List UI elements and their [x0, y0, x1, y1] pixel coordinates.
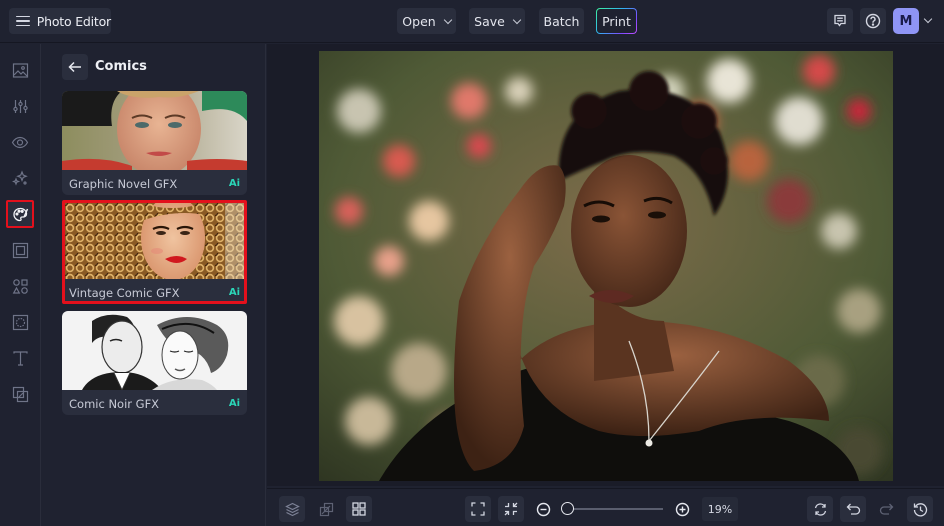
arrow-left-icon	[68, 61, 81, 73]
effect-card-vintage-comic[interactable]: Vintage Comic GFX Ai	[62, 200, 247, 304]
rail-item-graphics[interactable]	[6, 272, 34, 300]
fit-to-screen-button[interactable]	[465, 496, 491, 522]
grid-icon	[352, 502, 366, 516]
frame-icon	[12, 242, 28, 258]
rail-item-effects[interactable]	[6, 164, 34, 192]
rail-item-text[interactable]	[6, 344, 34, 372]
open-label: Open	[402, 13, 436, 29]
comic-noir-thumbnail	[62, 311, 247, 390]
hamburger-menu-icon	[16, 15, 30, 27]
compare-icon	[319, 502, 333, 516]
ai-badge: Ai	[228, 287, 240, 298]
back-button[interactable]	[62, 54, 88, 80]
zoom-out-button[interactable]	[530, 496, 556, 522]
effects-panel: Comics Graphic Novel GFX Ai Vintage Comi…	[42, 44, 266, 526]
rail-item-frames[interactable]	[6, 236, 34, 264]
zoom-in-button[interactable]	[669, 496, 695, 522]
undo-button[interactable]	[840, 496, 866, 522]
top-toolbar: Photo Editor Open Save Batch Print M	[0, 0, 944, 43]
help-button[interactable]	[860, 8, 886, 34]
batch-label: Batch	[543, 13, 580, 29]
text-icon	[12, 350, 28, 366]
graphic-novel-thumbnail	[62, 91, 247, 170]
history-button[interactable]	[907, 496, 933, 522]
bottom-toolbar: 19%	[267, 488, 944, 526]
ai-badge: Ai	[228, 178, 240, 189]
rail-item-artsy[interactable]	[6, 200, 34, 228]
main-menu-button[interactable]: Photo Editor	[9, 8, 111, 34]
user-avatar[interactable]: M	[893, 8, 919, 34]
tool-rail	[0, 44, 41, 526]
redo-icon	[879, 503, 893, 515]
save-button[interactable]: Save	[469, 8, 525, 34]
rail-item-overlays[interactable]	[6, 380, 34, 408]
rail-item-image[interactable]	[6, 56, 34, 84]
vintage-comic-thumbnail	[65, 203, 244, 279]
chevron-down-icon	[443, 15, 452, 24]
effect-card-label: Comic Noir GFX	[69, 397, 160, 411]
layers-button[interactable]	[279, 496, 305, 522]
zoom-in-icon	[675, 502, 689, 516]
compare-button[interactable]	[313, 496, 339, 522]
feedback-icon	[834, 14, 846, 27]
history-icon	[913, 502, 927, 516]
canvas-area	[267, 44, 944, 486]
batch-button[interactable]: Batch	[539, 8, 584, 34]
actual-size-button[interactable]	[498, 496, 524, 522]
eye-icon	[11, 136, 29, 148]
chevron-down-icon	[512, 15, 522, 24]
refresh-icon	[814, 502, 826, 516]
expand-icon	[471, 502, 485, 516]
rail-item-adjust[interactable]	[6, 92, 34, 120]
account-chevron-down-icon[interactable]	[923, 14, 933, 24]
photo-editor-app: Photo Editor Open Save Batch Print M Com…	[0, 0, 944, 526]
shrink-icon	[504, 502, 518, 516]
zoom-slider[interactable]	[561, 502, 663, 515]
effect-card-label: Vintage Comic GFX	[69, 286, 180, 300]
ai-badge: Ai	[228, 398, 240, 409]
open-button[interactable]: Open	[397, 8, 456, 34]
photo-canvas[interactable]	[319, 51, 893, 481]
print-label: Print	[602, 13, 631, 29]
effect-card-graphic-novel[interactable]: Graphic Novel GFX Ai	[62, 91, 247, 195]
image-icon	[12, 62, 28, 78]
overlay-icon	[12, 386, 28, 402]
palette-icon	[12, 207, 28, 221]
rail-item-view[interactable]	[6, 128, 34, 156]
texture-icon	[12, 314, 28, 330]
reset-button[interactable]	[807, 496, 833, 522]
app-title: Photo Editor	[36, 13, 111, 29]
effect-card-comic-noir[interactable]: Comic Noir GFX Ai	[62, 311, 247, 415]
rail-item-textures[interactable]	[6, 308, 34, 336]
sparkles-icon	[11, 169, 28, 186]
effect-card-label: Graphic Novel GFX	[69, 177, 178, 191]
undo-icon	[846, 503, 860, 515]
help-icon	[865, 13, 881, 29]
layers-icon	[284, 502, 300, 516]
zoom-out-icon	[536, 502, 550, 516]
panel-title: Comics	[95, 59, 147, 74]
feedback-button[interactable]	[827, 8, 853, 34]
shapes-icon	[12, 278, 28, 294]
redo-button[interactable]	[873, 496, 899, 522]
zoom-level-value[interactable]: 19%	[702, 497, 738, 521]
grid-view-button[interactable]	[346, 496, 372, 522]
zoom-slider-handle[interactable]	[561, 502, 574, 515]
print-button[interactable]: Print	[596, 8, 637, 34]
sliders-icon	[12, 99, 28, 113]
save-label: Save	[474, 13, 505, 29]
